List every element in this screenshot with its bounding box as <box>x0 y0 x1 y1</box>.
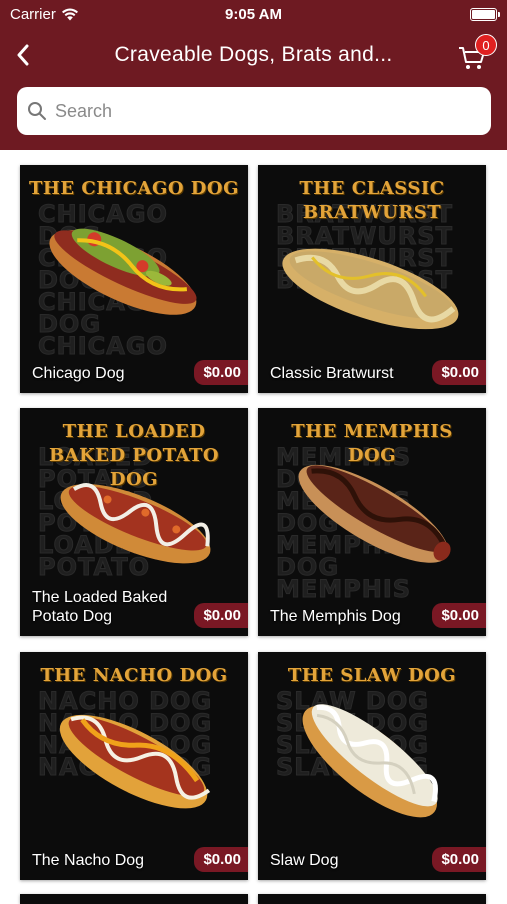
menu-item-card[interactable]: LOADED POTATO LOADED POTATO LOADED POTAT… <box>20 408 248 636</box>
search-bar[interactable] <box>17 87 491 135</box>
card-heading: THE SLAW DOG <box>287 665 457 686</box>
item-price-badge: $0.00 <box>432 360 486 385</box>
cart-button[interactable]: 0 <box>457 34 497 74</box>
item-name: The Loaded Baked Potato Dog <box>32 589 168 625</box>
back-button[interactable] <box>8 38 38 72</box>
item-name: Chicago Dog <box>32 365 125 382</box>
menu-item-card[interactable]: SLAW DOG SLAW DOG SLAW DOG SLAW DOG THE … <box>258 652 486 880</box>
card-heading: THE NACHO DOG <box>40 665 228 686</box>
battery-icon <box>470 8 500 21</box>
app-header: Carrier 9:05 AM Craveable Dogs, Brats an… <box>0 0 507 150</box>
item-price-badge: $0.00 <box>194 360 248 385</box>
item-name: Classic Bratwurst <box>270 365 394 382</box>
item-name: The Memphis Dog <box>270 608 401 625</box>
page-title: Craveable Dogs, Brats and... <box>114 43 393 66</box>
status-time: 9:05 AM <box>225 6 282 23</box>
navigation-bar: Craveable Dogs, Brats and... 0 <box>0 34 507 78</box>
hot-dog-image <box>298 464 451 563</box>
menu-item-card[interactable]: NACHO DOG NACHO DOG NACHO DOG NACHO DOG … <box>20 652 248 880</box>
menu-item-card[interactable]: BRATWURST BRATWURST BRATWURST BRATWURST … <box>258 165 486 393</box>
hot-dog-image <box>59 714 211 809</box>
status-bar: Carrier 9:05 AM <box>0 4 507 26</box>
search-icon <box>28 102 46 120</box>
item-name: Slaw Dog <box>270 852 339 869</box>
menu-item-card[interactable]: MEMPHIS DOG MEMPHIS DOG MEMPHIS DOG MEMP… <box>258 408 486 636</box>
item-price-badge: $0.00 <box>194 603 248 628</box>
search-input[interactable] <box>55 100 455 122</box>
hot-dog-image <box>60 483 211 564</box>
chevron-left-icon <box>17 44 29 66</box>
item-price-badge: $0.00 <box>432 603 486 628</box>
card-heading: THE CLASSIC BRATWURST <box>299 178 445 223</box>
hot-dog-image <box>49 228 197 315</box>
cart-count-badge: 0 <box>475 34 497 56</box>
hot-dog-image <box>302 704 438 818</box>
menu-item-card-partial[interactable] <box>258 894 486 904</box>
item-price-badge: $0.00 <box>432 847 486 872</box>
card-heading: THE CHICAGO DOG <box>29 178 239 199</box>
menu-item-card[interactable]: CHICAGO DOG CHICAGO DOG CHICAGO DOG CHIC… <box>20 165 248 393</box>
item-price-badge: $0.00 <box>194 847 248 872</box>
menu-item-card-partial[interactable] <box>20 894 248 904</box>
item-name: The Nacho Dog <box>32 852 145 869</box>
bratwurst-image <box>282 248 459 330</box>
